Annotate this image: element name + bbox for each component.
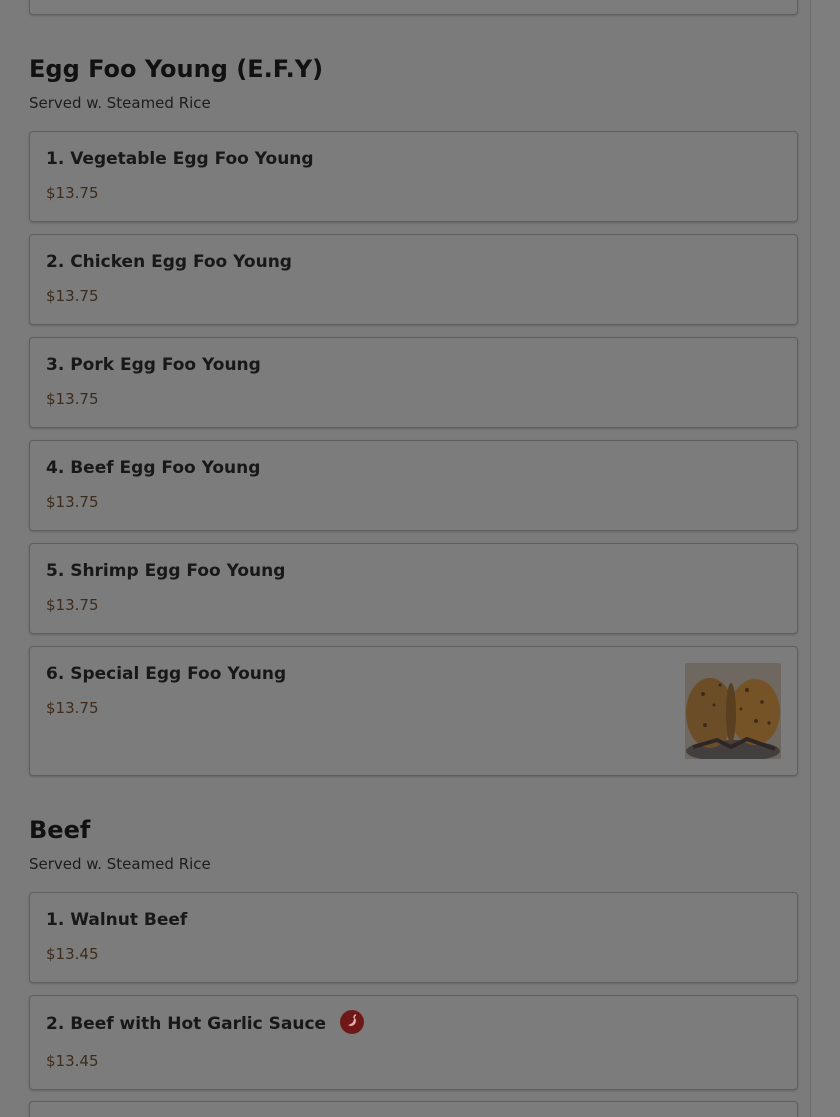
spicy-pepper-icon: [339, 1010, 364, 1034]
item-name: 4. Beef Egg Foo Young: [46, 458, 261, 478]
menu-item-card[interactable]: 4. Beef Egg Foo Young $13.75: [29, 440, 798, 531]
section-title: Egg Foo Young (E.F.Y): [29, 55, 324, 83]
menu-item-card[interactable]: 3. Pork Egg Foo Young $13.75: [29, 337, 798, 428]
item-name: 2. Chicken Egg Foo Young: [46, 252, 292, 272]
menu-item-card[interactable]: 2. Beef with Hot Garlic Sauce $13.45: [29, 995, 798, 1090]
item-price: $13.75: [46, 390, 99, 408]
item-name: 5. Shrimp Egg Foo Young: [46, 561, 286, 581]
item-name: 1. Vegetable Egg Foo Young: [46, 149, 314, 169]
item-price: $13.45: [46, 945, 99, 963]
scrollbar[interactable]: [810, 0, 840, 1117]
menu-page: Egg Foo Young (E.F.Y) Served w. Steamed …: [0, 0, 810, 1117]
item-name: 3. Pork Egg Foo Young: [46, 355, 261, 375]
item-price: $13.75: [46, 596, 99, 614]
item-price: $13.75: [46, 493, 99, 511]
item-price: $13.75: [46, 699, 99, 717]
item-name: 1. Walnut Beef: [46, 910, 188, 930]
section-subtitle: Served w. Steamed Rice: [29, 94, 211, 112]
egg-foo-young-photo[interactable]: [685, 663, 781, 759]
menu-item-card[interactable]: 2. Chicken Egg Foo Young $13.75: [29, 234, 798, 325]
menu-item-card[interactable]: 5. Shrimp Egg Foo Young $13.75: [29, 543, 798, 634]
menu-item-card-partial[interactable]: [29, 0, 798, 15]
menu-item-card[interactable]: 1. Vegetable Egg Foo Young $13.75: [29, 131, 798, 222]
section-subtitle: Served w. Steamed Rice: [29, 855, 211, 873]
item-price: $13.75: [46, 287, 99, 305]
menu-item-card[interactable]: 6. Special Egg Foo Young $13.75: [29, 646, 798, 776]
item-title-row: 2. Beef with Hot Garlic Sauce: [46, 1010, 364, 1036]
item-name: 6. Special Egg Foo Young: [46, 664, 287, 684]
item-price: $13.45: [46, 1052, 99, 1070]
menu-item-card[interactable]: 1. Walnut Beef $13.45: [29, 892, 798, 983]
menu-item-card-partial[interactable]: [29, 1101, 798, 1117]
item-price: $13.75: [46, 184, 99, 202]
item-name: 2. Beef with Hot Garlic Sauce: [46, 1014, 327, 1034]
section-title: Beef: [29, 816, 91, 844]
